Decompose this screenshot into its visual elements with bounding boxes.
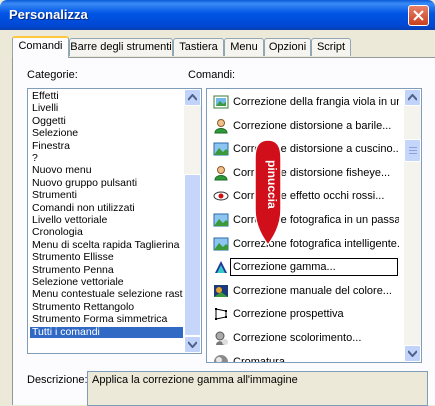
tab-label: Barre degli strumenti (70, 41, 172, 53)
tab-opzioni[interactable]: Opzioni (264, 38, 311, 56)
command-item[interactable]: Correzione prospettiva (209, 303, 399, 327)
category-item[interactable]: ? (30, 153, 183, 164)
tab-barre-strumenti[interactable]: Barre degli strumenti (69, 38, 173, 56)
command-item[interactable]: Correzione effetto occhi rossi... (209, 185, 399, 209)
tab-label: Menu (230, 41, 258, 53)
scroll-down-button[interactable] (184, 336, 201, 353)
description-text: Applica la correzione gamma all'immagine (92, 374, 298, 386)
arrow-down-icon (188, 341, 197, 348)
grip-line (409, 153, 417, 154)
category-item[interactable]: Menu di scelta rapida Taglierina (30, 239, 183, 251)
categories-list[interactable]: Effetti Livelli Oggetti Selezione Finestra? N… (27, 88, 202, 354)
commands-list[interactable]: Correzione della frangia viola in un p Co… (206, 88, 422, 363)
command-label: Correzione della frangia viola in un p (233, 96, 399, 108)
command-item[interactable]: Correzione gamma... (209, 256, 399, 280)
category-item[interactable]: Strumenti (30, 190, 183, 201)
watermark-signature: pinuccia (253, 139, 283, 247)
photo-frame-icon (213, 94, 229, 110)
scroll-up-button[interactable] (404, 89, 421, 106)
fade-icon (213, 330, 229, 346)
tab-label: Script (316, 41, 346, 53)
command-item[interactable]: Correzione distorsione a cuscino... (209, 138, 399, 162)
tab-tastiera[interactable]: Tastiera (173, 38, 224, 56)
category-item[interactable]: Finestra (30, 140, 183, 152)
grip-line (409, 150, 417, 151)
command-item[interactable]: Correzione della frangia viola in un p (209, 91, 399, 115)
commands-scrollbar[interactable] (404, 89, 421, 362)
category-item[interactable]: Menu contestuale selezione rast (30, 289, 183, 300)
category-item[interactable]: Nuovo gruppo pulsanti (30, 177, 183, 189)
tab-label: Comandi (18, 40, 63, 52)
command-item[interactable]: Correzione distorsione a barile... (209, 115, 399, 139)
command-label: Correzione gamma... (230, 258, 398, 277)
color-photo-icon (213, 283, 229, 299)
gamma-icon (213, 259, 229, 275)
command-item[interactable]: Correzione manuale del colore... (209, 280, 399, 304)
tab-label: Tastiera (179, 41, 218, 53)
tab-menu[interactable]: Menu (224, 38, 264, 56)
scroll-thumb[interactable] (404, 139, 421, 162)
scroll-down-button[interactable] (404, 345, 421, 362)
category-item[interactable]: Strumento Rettangolo (30, 301, 183, 313)
landscape-icon (213, 212, 229, 228)
description-label: Descrizione: (27, 374, 88, 386)
command-item[interactable]: Correzione scolorimento... (209, 327, 399, 351)
command-label: Correzione prospettiva (233, 308, 344, 321)
category-item[interactable]: Comandi non utilizzati (30, 202, 183, 214)
perspective-icon (213, 306, 229, 322)
category-item[interactable]: Strumento Forma simmetrica (30, 314, 183, 325)
category-item[interactable]: Nuovo menu (30, 165, 183, 176)
tab-panel: Categorie: Comandi: Effetti Livelli Oggett… (12, 57, 435, 406)
scroll-thumb[interactable] (184, 174, 201, 336)
category-item[interactable]: Selezione (30, 128, 183, 139)
close-icon (413, 10, 424, 21)
command-label: Correzione distorsione a barile... (233, 119, 392, 132)
command-label: Cromatura... (233, 355, 295, 363)
green-person-icon (213, 118, 229, 134)
red-eye-icon (213, 188, 229, 204)
category-item[interactable]: Livello vettoriale (30, 215, 183, 226)
category-item[interactable]: Oggetti (30, 115, 183, 127)
arrow-up-icon (408, 94, 417, 101)
arrow-up-icon (188, 94, 197, 101)
landscape-icon (213, 236, 229, 252)
tab-script[interactable]: Script (311, 38, 351, 56)
category-item[interactable]: Selezione vettoriale (30, 277, 183, 288)
command-label: Correzione scolorimento... (233, 332, 362, 344)
command-item[interactable]: Cromatura... (209, 351, 399, 363)
category-item[interactable]: Effetti (30, 91, 183, 102)
command-item[interactable]: Correzione distorsione fisheye... (209, 162, 399, 186)
watermark-drop-icon: pinuccia (254, 139, 282, 247)
chrome-sphere-icon (213, 354, 229, 362)
green-person-icon (213, 165, 229, 181)
categories-scrollbar[interactable] (184, 89, 201, 353)
scroll-up-button[interactable] (184, 89, 201, 106)
categories-label: Categorie: (27, 69, 78, 81)
category-item[interactable]: Strumento Penna (30, 264, 183, 276)
category-item[interactable]: Tutti i comandi (30, 326, 183, 338)
category-item[interactable]: Cronologia (30, 227, 183, 238)
close-button[interactable] (408, 5, 429, 26)
arrow-down-icon (408, 350, 417, 357)
landscape-icon (213, 141, 229, 157)
title-bar[interactable]: Personalizza (0, 0, 435, 30)
category-item[interactable]: Strumento Ellisse (30, 252, 183, 263)
tab-strip: Comandi Barre degli strumenti Tastiera M… (0, 36, 435, 58)
svg-text:pinuccia: pinuccia (265, 160, 279, 209)
command-item[interactable]: Correzione fotografica in un passag (209, 209, 399, 233)
window-title: Personalizza (9, 7, 88, 22)
commands-label: Comandi: (188, 69, 236, 81)
description-box: Applica la correzione gamma all'immagine (87, 371, 428, 406)
grip-line (409, 147, 417, 148)
command-item[interactable]: Correzione fotografica intelligente... (209, 233, 399, 257)
tab-label: Opzioni (268, 41, 307, 53)
tab-comandi[interactable]: Comandi (12, 36, 69, 58)
command-label: Correzione manuale del colore... (233, 284, 392, 297)
category-item[interactable]: Livelli (30, 103, 183, 114)
